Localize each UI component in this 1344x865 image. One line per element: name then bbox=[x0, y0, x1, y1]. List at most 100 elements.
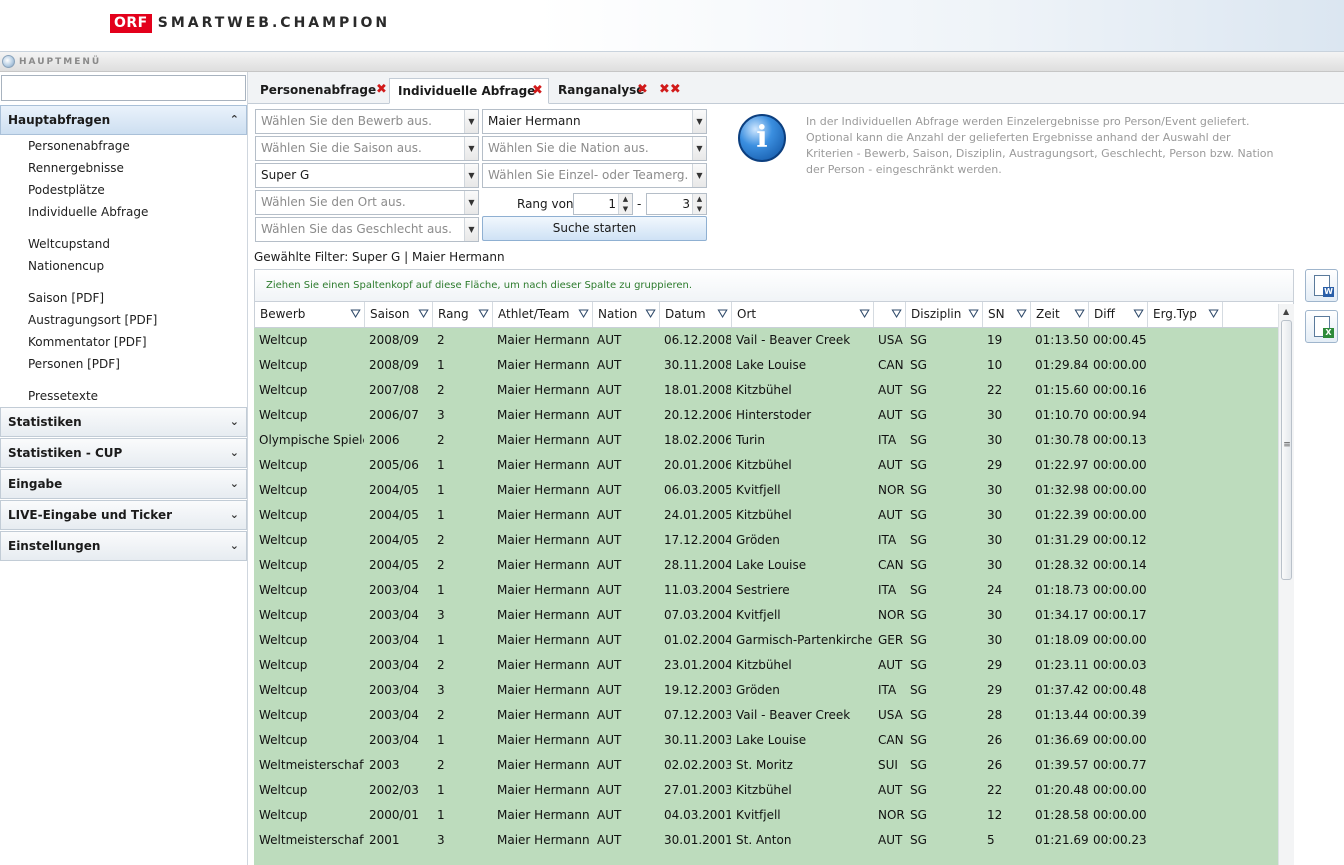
rang-from-stepper[interactable]: 1 ▲ ▼ bbox=[573, 193, 633, 215]
bewerb-select[interactable]: Wählen Sie den Bewerb aus. ▼ bbox=[255, 109, 479, 134]
close-all-tabs-icon[interactable]: ✖✖ bbox=[659, 78, 681, 102]
table-row[interactable]: Weltmeisterschaft 2003 2 Maier Hermann AUT 02… bbox=[254, 753, 1278, 778]
filter-icon[interactable]: ⛛ bbox=[1016, 302, 1027, 327]
filter-icon[interactable]: ⛛ bbox=[1133, 302, 1144, 327]
filter-icon[interactable]: ⛛ bbox=[717, 302, 728, 327]
filter-icon[interactable]: ⛛ bbox=[859, 302, 870, 327]
table-row[interactable]: Weltmeisterschaft 2001 3 Maier Hermann AUT 30… bbox=[254, 828, 1278, 853]
dropdown-arrow-icon[interactable]: ▼ bbox=[692, 137, 706, 160]
filter-icon[interactable]: ⛛ bbox=[418, 302, 429, 327]
column-header-ergtyp[interactable]: Erg.Typ ⛛ bbox=[1148, 302, 1223, 327]
tab-individuelle-abfrage[interactable]: Individuelle Abfrage ✖ bbox=[389, 78, 549, 104]
table-row[interactable]: Weltcup 2004/05 1 Maier Hermann AUT 24.01.200… bbox=[254, 503, 1278, 528]
table-row[interactable]: Weltcup 2004/05 2 Maier Hermann AUT 17.12.200… bbox=[254, 528, 1278, 553]
filter-icon[interactable]: ⛛ bbox=[1074, 302, 1085, 327]
table-row[interactable]: Weltcup 2003/04 2 Maier Hermann AUT 23.01.200… bbox=[254, 653, 1278, 678]
filter-icon[interactable]: ⛛ bbox=[645, 302, 656, 327]
scrollbar-thumb[interactable]: ≡ bbox=[1281, 320, 1292, 580]
column-header-land[interactable]: ⛛ bbox=[874, 302, 906, 327]
column-header-datum[interactable]: Datum ⛛ bbox=[660, 302, 732, 327]
close-icon[interactable]: ✖ bbox=[376, 78, 387, 102]
close-icon[interactable]: ✖ bbox=[532, 79, 543, 103]
column-header-athlet[interactable]: Athlet/Team ⛛ bbox=[493, 302, 593, 327]
sidebar-link-podestplaetze[interactable]: Podestplätze bbox=[28, 183, 105, 197]
dropdown-arrow-icon[interactable]: ▼ bbox=[464, 218, 478, 241]
export-word-button[interactable]: W bbox=[1305, 269, 1338, 302]
close-icon[interactable]: ✖ bbox=[637, 78, 648, 102]
filter-icon[interactable]: ⛛ bbox=[478, 302, 489, 327]
column-header-zeit[interactable]: Zeit ⛛ bbox=[1031, 302, 1089, 327]
tab-ranganalyse[interactable]: Ranganalyse ✖ ✖✖ bbox=[550, 78, 695, 104]
sidebar-link-personenabfrage[interactable]: Personenabfrage bbox=[28, 139, 130, 153]
filter-icon[interactable]: ⛛ bbox=[968, 302, 979, 327]
sidebar-link-rennergebnisse[interactable]: Rennergebnisse bbox=[28, 161, 124, 175]
sidebar-section-statistiken[interactable]: Statistiken ⌄ bbox=[0, 407, 247, 437]
sidebar-link-nationencup[interactable]: Nationencup bbox=[28, 259, 104, 273]
column-header-bewerb[interactable]: Bewerb ⛛ bbox=[255, 302, 365, 327]
sidebar-section-live-eingabe[interactable]: LIVE-Eingabe und Ticker ⌄ bbox=[0, 500, 247, 530]
dropdown-arrow-icon[interactable]: ▼ bbox=[464, 191, 478, 214]
sidebar-section-eingabe[interactable]: Eingabe ⌄ bbox=[0, 469, 247, 499]
geschlecht-select[interactable]: Wählen Sie das Geschlecht aus. ▼ bbox=[255, 217, 479, 242]
sidebar-link-pressetexte[interactable]: Pressetexte bbox=[28, 389, 98, 403]
export-excel-button[interactable]: X bbox=[1305, 310, 1338, 343]
column-header-diff[interactable]: Diff ⛛ bbox=[1089, 302, 1148, 327]
filter-icon[interactable]: ⛛ bbox=[578, 302, 589, 327]
dropdown-arrow-icon[interactable]: ▼ bbox=[464, 110, 478, 133]
table-row[interactable]: Weltcup 2004/05 2 Maier Hermann AUT 28.11.200… bbox=[254, 553, 1278, 578]
sidebar-search-input[interactable] bbox=[1, 75, 246, 101]
table-row[interactable]: Weltcup 2000/01 1 Maier Hermann AUT 04.03.200… bbox=[254, 803, 1278, 828]
sidebar-link-kommentator-pdf[interactable]: Kommentator [PDF] bbox=[28, 335, 147, 349]
table-row[interactable]: Weltcup 2003/04 1 Maier Hermann AUT 01.02.200… bbox=[254, 628, 1278, 653]
filter-icon[interactable]: ⛛ bbox=[1208, 302, 1219, 327]
dropdown-arrow-icon[interactable]: ▼ bbox=[692, 164, 706, 187]
table-row[interactable]: Weltcup 2006/07 3 Maier Hermann AUT 20.12.200… bbox=[254, 403, 1278, 428]
filter-icon[interactable]: ⛛ bbox=[891, 302, 902, 327]
saison-select[interactable]: Wählen Sie die Saison aus. ▼ bbox=[255, 136, 479, 161]
column-header-saison[interactable]: Saison ⛛ bbox=[365, 302, 433, 327]
dropdown-arrow-icon[interactable]: ▼ bbox=[464, 164, 478, 187]
sidebar-link-personen-pdf[interactable]: Personen [PDF] bbox=[28, 357, 120, 371]
column-header-sn[interactable]: SN ⛛ bbox=[983, 302, 1031, 327]
stepper-arrows-icon[interactable]: ▲ ▼ bbox=[692, 194, 706, 214]
sidebar-link-saison-pdf[interactable]: Saison [PDF] bbox=[28, 291, 104, 305]
person-select[interactable]: Maier Hermann ▼ bbox=[482, 109, 707, 134]
dropdown-arrow-icon[interactable]: ▼ bbox=[464, 137, 478, 160]
grid-group-panel[interactable]: Ziehen Sie einen Spaltenkopf auf diese F… bbox=[254, 269, 1294, 302]
column-header-nation[interactable]: Nation ⛛ bbox=[593, 302, 660, 327]
filter-icon[interactable]: ⛛ bbox=[350, 302, 361, 327]
typ-select[interactable]: Wählen Sie Einzel- oder Teamerg. ▼ bbox=[482, 163, 707, 188]
scroll-up-arrow-icon[interactable]: ▲ bbox=[1283, 307, 1289, 316]
stepper-arrows-icon[interactable]: ▲ ▼ bbox=[618, 194, 632, 214]
sidebar-section-statistiken-cup[interactable]: Statistiken - CUP ⌄ bbox=[0, 438, 247, 468]
dropdown-arrow-icon[interactable]: ▼ bbox=[692, 110, 706, 133]
table-row[interactable]: Weltcup 2008/09 2 Maier Hermann AUT 06.12.200… bbox=[254, 328, 1278, 353]
rang-to-stepper[interactable]: 3 ▲ ▼ bbox=[646, 193, 707, 215]
column-header-ort[interactable]: Ort ⛛ bbox=[732, 302, 874, 327]
table-row[interactable]: Weltcup 2005/06 1 Maier Hermann AUT 20.01.200… bbox=[254, 453, 1278, 478]
sidebar-link-austragungsort-pdf[interactable]: Austragungsort [PDF] bbox=[28, 313, 157, 327]
disziplin-select[interactable]: Super G ▼ bbox=[255, 163, 479, 188]
table-row[interactable]: Weltcup 2008/09 1 Maier Hermann AUT 30.11.200… bbox=[254, 353, 1278, 378]
table-row[interactable]: Weltcup 2003/04 2 Maier Hermann AUT 07.12.200… bbox=[254, 703, 1278, 728]
tab-personenabfrage[interactable]: Personenabfrage ✖ bbox=[252, 78, 390, 104]
table-row[interactable]: Weltcup 2003/04 1 Maier Hermann AUT 11.03.200… bbox=[254, 578, 1278, 603]
main-menu-button[interactable]: HAUPTMENÜ bbox=[2, 55, 101, 68]
sidebar-link-weltcupstand[interactable]: Weltcupstand bbox=[28, 237, 110, 251]
table-row[interactable]: Weltcup 2007/08 2 Maier Hermann AUT 18.01.200… bbox=[254, 378, 1278, 403]
search-button[interactable]: Suche starten bbox=[482, 216, 707, 241]
column-header-rang[interactable]: Rang ⛛ bbox=[433, 302, 493, 327]
table-row[interactable]: Weltcup 2004/05 1 Maier Hermann AUT 06.03.200… bbox=[254, 478, 1278, 503]
grid-scrollbar[interactable]: ▲ ≡ bbox=[1278, 304, 1294, 865]
table-row[interactable]: Olympische Spiele 2006 2 Maier Hermann AUT 18… bbox=[254, 428, 1278, 453]
sidebar-section-einstellungen[interactable]: Einstellungen ⌄ bbox=[0, 531, 247, 561]
table-row[interactable]: Weltcup 2003/04 1 Maier Hermann AUT 30.11.200… bbox=[254, 728, 1278, 753]
nation-select[interactable]: Wählen Sie die Nation aus. ▼ bbox=[482, 136, 707, 161]
table-row[interactable]: Weltcup 2002/03 1 Maier Hermann AUT 27.01.200… bbox=[254, 778, 1278, 803]
ort-select[interactable]: Wählen Sie den Ort aus. ▼ bbox=[255, 190, 479, 215]
sidebar-link-individuelle-abfrage[interactable]: Individuelle Abfrage bbox=[28, 205, 148, 219]
table-row[interactable]: Weltcup 2003/04 3 Maier Hermann AUT 07.03.200… bbox=[254, 603, 1278, 628]
table-row[interactable]: Weltcup 2003/04 3 Maier Hermann AUT 19.12.200… bbox=[254, 678, 1278, 703]
column-header-disziplin[interactable]: Disziplin ⛛ bbox=[906, 302, 983, 327]
sidebar-section-hauptabfragen[interactable]: Hauptabfragen ⌃ bbox=[0, 105, 247, 135]
